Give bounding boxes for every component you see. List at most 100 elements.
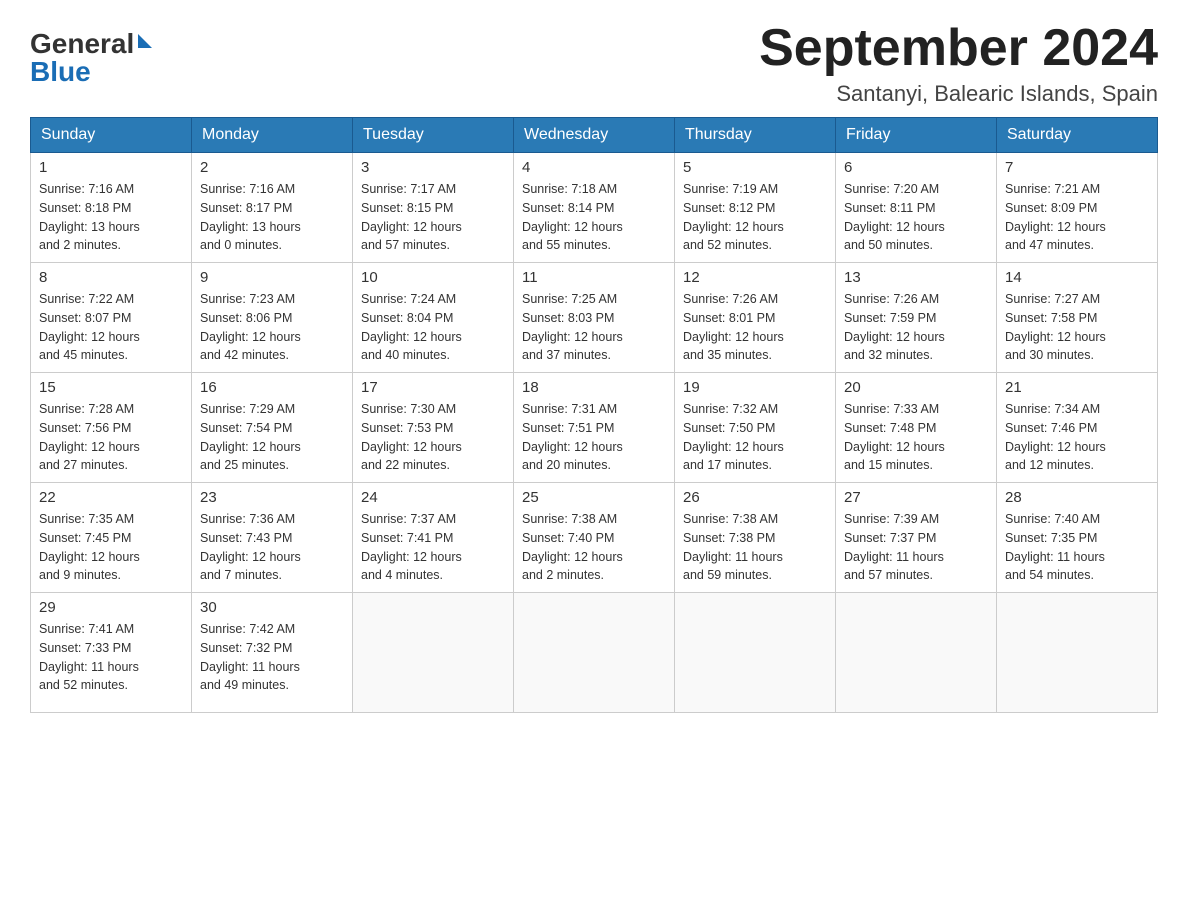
day-info: Sunrise: 7:29 AMSunset: 7:54 PMDaylight:… <box>200 400 344 475</box>
calendar-cell: 1 Sunrise: 7:16 AMSunset: 8:18 PMDaylight… <box>31 153 192 263</box>
calendar-cell: 6Sunrise: 7:20 AMSunset: 8:11 PMDaylight… <box>836 153 997 263</box>
day-number: 13 <box>844 269 988 286</box>
calendar-cell: 5 Sunrise: 7:19 AMSunset: 8:12 PMDaylight… <box>675 153 836 263</box>
day-number: 11 <box>522 269 666 286</box>
calendar-cell: 20Sunrise: 7:33 AMSunset: 7:48 PMDayligh… <box>836 373 997 483</box>
calendar-cell: 29 Sunrise: 7:41 AMSunset: 7:33 PMDayligh… <box>31 593 192 713</box>
calendar-header-row: SundayMondayTuesdayWednesdayThursdayFrid… <box>31 118 1158 153</box>
day-info: Sunrise: 7:26 AMSunset: 7:59 PMDaylight:… <box>844 290 988 365</box>
day-number: 17 <box>361 379 505 396</box>
calendar-cell: 15Sunrise: 7:28 AMSunset: 7:56 PMDayligh… <box>31 373 192 483</box>
calendar-week-row: 22 Sunrise: 7:35 AMSunset: 7:45 PMDayligh… <box>31 483 1158 593</box>
calendar-cell: 23 Sunrise: 7:36 AMSunset: 7:43 PMDayligh… <box>192 483 353 593</box>
calendar-cell: 18Sunrise: 7:31 AMSunset: 7:51 PMDayligh… <box>514 373 675 483</box>
day-info: Sunrise: 7:39 AMSunset: 7:37 PMDaylight:… <box>844 510 988 585</box>
day-number: 7 <box>1005 159 1149 176</box>
day-number: 2 <box>200 159 344 176</box>
day-info: Sunrise: 7:22 AMSunset: 8:07 PMDaylight:… <box>39 290 183 365</box>
day-info: Sunrise: 7:16 AMSunset: 8:18 PMDaylight:… <box>39 180 183 255</box>
calendar-table: SundayMondayTuesdayWednesdayThursdayFrid… <box>30 117 1158 713</box>
calendar-week-row: 15Sunrise: 7:28 AMSunset: 7:56 PMDayligh… <box>31 373 1158 483</box>
calendar-subtitle: Santanyi, Balearic Islands, Spain <box>759 81 1158 107</box>
day-info: Sunrise: 7:27 AMSunset: 7:58 PMDaylight:… <box>1005 290 1149 365</box>
calendar-week-row: 29 Sunrise: 7:41 AMSunset: 7:33 PMDayligh… <box>31 593 1158 713</box>
day-number: 16 <box>200 379 344 396</box>
calendar-cell: 3 Sunrise: 7:17 AMSunset: 8:15 PMDaylight… <box>353 153 514 263</box>
day-info: Sunrise: 7:32 AMSunset: 7:50 PMDaylight:… <box>683 400 827 475</box>
day-number: 8 <box>39 269 183 286</box>
calendar-cell: 27 Sunrise: 7:39 AMSunset: 7:37 PMDayligh… <box>836 483 997 593</box>
day-number: 9 <box>200 269 344 286</box>
column-header-monday: Monday <box>192 118 353 153</box>
calendar-cell: 17Sunrise: 7:30 AMSunset: 7:53 PMDayligh… <box>353 373 514 483</box>
day-info: Sunrise: 7:40 AMSunset: 7:35 PMDaylight:… <box>1005 510 1149 585</box>
day-info: Sunrise: 7:23 AMSunset: 8:06 PMDaylight:… <box>200 290 344 365</box>
day-number: 30 <box>200 599 344 616</box>
column-header-tuesday: Tuesday <box>353 118 514 153</box>
day-info: Sunrise: 7:37 AMSunset: 7:41 PMDaylight:… <box>361 510 505 585</box>
calendar-cell <box>675 593 836 713</box>
calendar-week-row: 1 Sunrise: 7:16 AMSunset: 8:18 PMDaylight… <box>31 153 1158 263</box>
day-info: Sunrise: 7:38 AMSunset: 7:40 PMDaylight:… <box>522 510 666 585</box>
day-info: Sunrise: 7:18 AMSunset: 8:14 PMDaylight:… <box>522 180 666 255</box>
day-number: 20 <box>844 379 988 396</box>
calendar-cell: 4 Sunrise: 7:18 AMSunset: 8:14 PMDaylight… <box>514 153 675 263</box>
calendar-cell: 26Sunrise: 7:38 AMSunset: 7:38 PMDayligh… <box>675 483 836 593</box>
day-number: 1 <box>39 159 183 176</box>
logo-general: General <box>30 30 134 58</box>
day-info: Sunrise: 7:41 AMSunset: 7:33 PMDaylight:… <box>39 620 183 695</box>
calendar-cell: 22 Sunrise: 7:35 AMSunset: 7:45 PMDayligh… <box>31 483 192 593</box>
day-number: 5 <box>683 159 827 176</box>
page-header: General Blue September 2024 Santanyi, Ba… <box>30 20 1158 107</box>
day-info: Sunrise: 7:20 AMSunset: 8:11 PMDaylight:… <box>844 180 988 255</box>
day-number: 25 <box>522 489 666 506</box>
day-info: Sunrise: 7:35 AMSunset: 7:45 PMDaylight:… <box>39 510 183 585</box>
calendar-cell: 8 Sunrise: 7:22 AMSunset: 8:07 PMDaylight… <box>31 263 192 373</box>
day-info: Sunrise: 7:36 AMSunset: 7:43 PMDaylight:… <box>200 510 344 585</box>
calendar-cell: 11 Sunrise: 7:25 AMSunset: 8:03 PMDayligh… <box>514 263 675 373</box>
calendar-cell: 25 Sunrise: 7:38 AMSunset: 7:40 PMDayligh… <box>514 483 675 593</box>
day-info: Sunrise: 7:25 AMSunset: 8:03 PMDaylight:… <box>522 290 666 365</box>
day-info: Sunrise: 7:21 AMSunset: 8:09 PMDaylight:… <box>1005 180 1149 255</box>
day-info: Sunrise: 7:26 AMSunset: 8:01 PMDaylight:… <box>683 290 827 365</box>
calendar-cell: 19 Sunrise: 7:32 AMSunset: 7:50 PMDayligh… <box>675 373 836 483</box>
day-number: 19 <box>683 379 827 396</box>
logo: General Blue <box>30 30 152 86</box>
calendar-cell <box>353 593 514 713</box>
column-header-thursday: Thursday <box>675 118 836 153</box>
day-number: 23 <box>200 489 344 506</box>
day-number: 14 <box>1005 269 1149 286</box>
calendar-cell: 14 Sunrise: 7:27 AMSunset: 7:58 PMDayligh… <box>997 263 1158 373</box>
calendar-cell: 21Sunrise: 7:34 AMSunset: 7:46 PMDayligh… <box>997 373 1158 483</box>
day-number: 12 <box>683 269 827 286</box>
day-number: 26 <box>683 489 827 506</box>
calendar-cell: 30 Sunrise: 7:42 AMSunset: 7:32 PMDayligh… <box>192 593 353 713</box>
day-number: 27 <box>844 489 988 506</box>
day-info: Sunrise: 7:34 AMSunset: 7:46 PMDaylight:… <box>1005 400 1149 475</box>
day-number: 24 <box>361 489 505 506</box>
column-header-sunday: Sunday <box>31 118 192 153</box>
day-info: Sunrise: 7:16 AMSunset: 8:17 PMDaylight:… <box>200 180 344 255</box>
column-header-friday: Friday <box>836 118 997 153</box>
day-number: 3 <box>361 159 505 176</box>
column-header-saturday: Saturday <box>997 118 1158 153</box>
calendar-week-row: 8 Sunrise: 7:22 AMSunset: 8:07 PMDaylight… <box>31 263 1158 373</box>
calendar-cell: 9 Sunrise: 7:23 AMSunset: 8:06 PMDaylight… <box>192 263 353 373</box>
day-info: Sunrise: 7:17 AMSunset: 8:15 PMDaylight:… <box>361 180 505 255</box>
column-header-wednesday: Wednesday <box>514 118 675 153</box>
calendar-cell: 10Sunrise: 7:24 AMSunset: 8:04 PMDayligh… <box>353 263 514 373</box>
day-number: 28 <box>1005 489 1149 506</box>
day-number: 4 <box>522 159 666 176</box>
logo-blue: Blue <box>30 58 91 86</box>
calendar-cell <box>997 593 1158 713</box>
day-number: 18 <box>522 379 666 396</box>
day-number: 29 <box>39 599 183 616</box>
title-area: September 2024 Santanyi, Balearic Island… <box>759 20 1158 107</box>
calendar-title: September 2024 <box>759 20 1158 77</box>
day-info: Sunrise: 7:19 AMSunset: 8:12 PMDaylight:… <box>683 180 827 255</box>
day-number: 22 <box>39 489 183 506</box>
calendar-cell <box>514 593 675 713</box>
calendar-cell: 12 Sunrise: 7:26 AMSunset: 8:01 PMDayligh… <box>675 263 836 373</box>
calendar-cell: 28 Sunrise: 7:40 AMSunset: 7:35 PMDayligh… <box>997 483 1158 593</box>
day-info: Sunrise: 7:42 AMSunset: 7:32 PMDaylight:… <box>200 620 344 695</box>
